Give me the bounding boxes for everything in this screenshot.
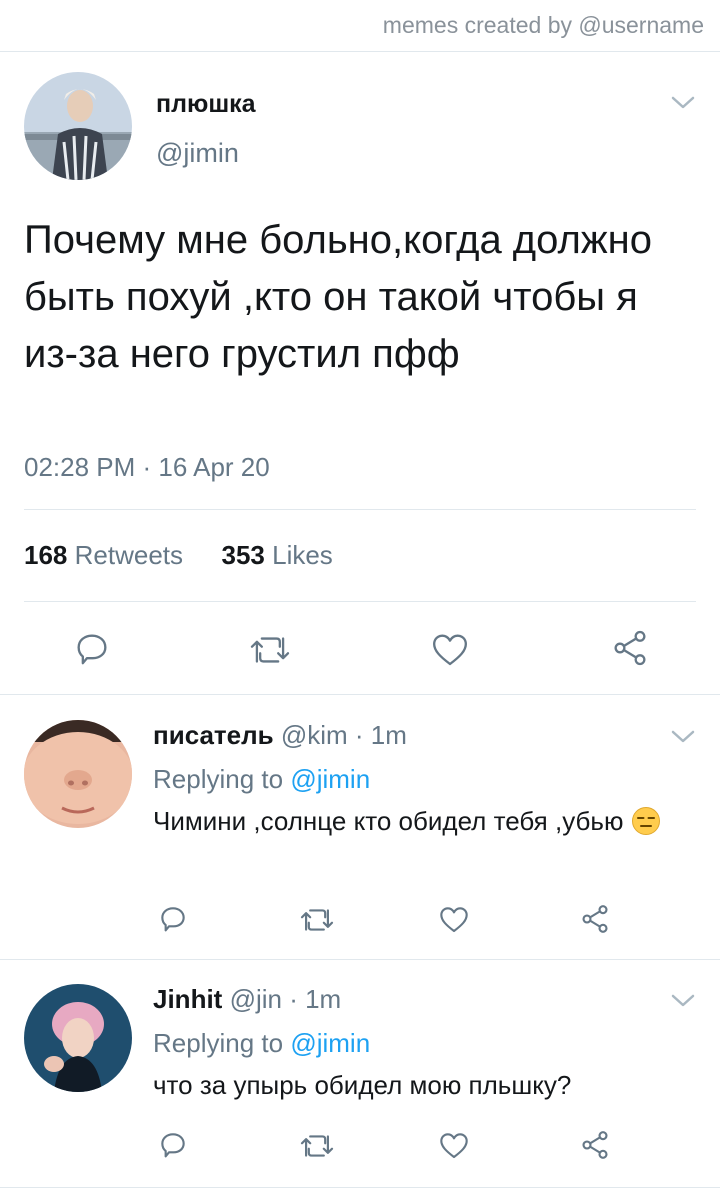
reply-text: что за упырь обидел мою пльшку? — [153, 1070, 572, 1100]
reply-icon[interactable] — [72, 629, 112, 669]
divider — [24, 509, 696, 510]
like-heart-icon[interactable] — [438, 1130, 470, 1160]
reply-author-name[interactable]: Jinhit — [153, 984, 222, 1014]
reply-tweet: писатель @kim · 1m Replying to @jimin Чи… — [0, 696, 720, 960]
engagement-stats: 168 Retweets 353 Likes — [24, 540, 333, 571]
replying-prefix: Replying to — [153, 764, 291, 794]
chevron-down-icon[interactable] — [670, 94, 696, 112]
author-name[interactable]: плюшка — [156, 90, 256, 119]
reply-tweet: Jinhit @jin · 1m Replying to @jimin что … — [0, 960, 720, 1188]
retweet-icon[interactable] — [248, 632, 292, 668]
reply-text: Чимини ,солнце кто обидел тебя ,убью — [153, 806, 624, 836]
tweet-timestamp: 02:28 PM · 16 Apr 20 — [24, 452, 270, 482]
replying-prefix: Replying to — [153, 1028, 291, 1058]
avatar[interactable] — [24, 720, 132, 828]
like-heart-icon[interactable] — [438, 904, 470, 934]
chevron-down-icon[interactable] — [670, 728, 696, 746]
retweet-icon[interactable] — [299, 905, 335, 935]
share-icon[interactable] — [579, 903, 611, 935]
main-tweet: плюшка @jimin Почему мне больно,когда до… — [0, 52, 720, 695]
chevron-down-icon[interactable] — [670, 992, 696, 1010]
author-handle[interactable]: @jimin — [156, 138, 239, 169]
divider — [24, 601, 696, 602]
retweets-count[interactable]: 168 — [24, 540, 67, 570]
reply-text-block: Чимини ,солнце кто обидел тебя ,убью — [153, 801, 673, 841]
replying-mention-link[interactable]: @jimin — [290, 1028, 370, 1058]
like-heart-icon[interactable] — [430, 630, 470, 668]
avatar-photo — [24, 984, 132, 1092]
likes-count[interactable]: 353 — [221, 540, 264, 570]
share-icon[interactable] — [610, 628, 650, 668]
watermark-bar: memes created by @username — [0, 0, 720, 52]
share-icon[interactable] — [579, 1129, 611, 1161]
watermark-text: memes created by @username — [382, 12, 704, 38]
reply-meta: @kim · 1m — [280, 720, 407, 750]
reply-header: писатель @kim · 1m — [153, 720, 407, 751]
avatar-photo — [24, 72, 132, 180]
retweets-label[interactable]: Retweets — [75, 540, 183, 570]
reply-icon[interactable] — [157, 1129, 189, 1161]
avatar-photo — [24, 720, 132, 828]
retweet-icon[interactable] — [299, 1131, 335, 1161]
replying-to: Replying to @jimin — [153, 764, 370, 795]
tweet-text: Почему мне больно,когда должно быть поху… — [24, 218, 652, 376]
replying-to: Replying to @jimin — [153, 1028, 370, 1059]
replying-mention-link[interactable]: @jimin — [290, 764, 370, 794]
avatar[interactable] — [24, 72, 132, 180]
reply-meta: @jin · 1m — [229, 984, 342, 1014]
reply-author-name[interactable]: писатель — [153, 720, 274, 750]
reply-header: Jinhit @jin · 1m — [153, 984, 341, 1015]
reply-icon[interactable] — [157, 903, 189, 935]
likes-label[interactable]: Likes — [272, 540, 333, 570]
expressionless-face-emoji — [631, 807, 660, 835]
avatar[interactable] — [24, 984, 132, 1092]
